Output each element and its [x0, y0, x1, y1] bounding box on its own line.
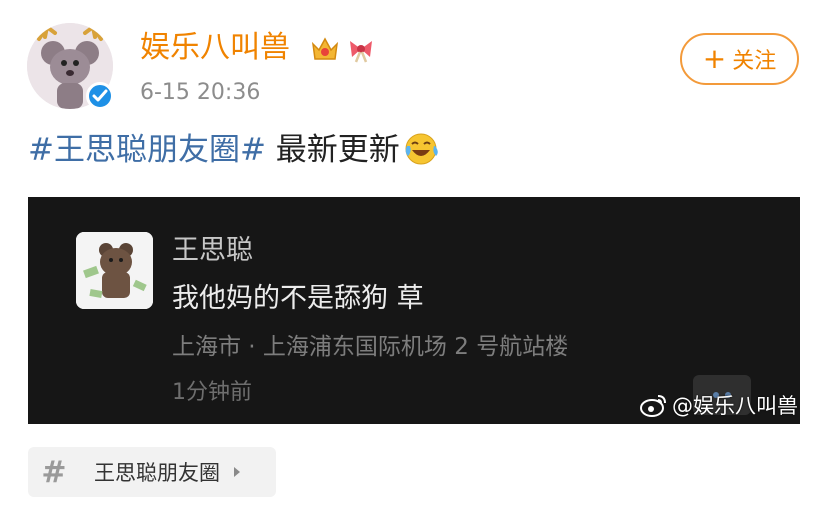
crown-badge-icon — [311, 37, 339, 60]
follow-label: 关注 — [732, 49, 777, 74]
moment-message: 我他妈的不是舔狗 草 — [172, 283, 424, 314]
weibo-logo-icon — [640, 395, 666, 417]
verified-badge-icon — [86, 82, 114, 110]
hashtag-icon: # — [41, 454, 67, 490]
checkmark-icon — [92, 89, 108, 102]
moment-author-name: 王思聪 — [172, 235, 253, 266]
post-text: #王思聪朋友圈# 最新更新 — [28, 128, 440, 178]
moment-author-avatar — [76, 232, 153, 309]
follow-button[interactable]: + 关注 — [680, 33, 799, 85]
weibo-watermark: @娱乐八叫兽 — [640, 388, 798, 422]
hashtag-link[interactable]: #王思聪朋友圈# — [28, 132, 266, 168]
topic-chip[interactable]: # 王思聪朋友圈 — [28, 447, 276, 497]
topic-label: 王思聪朋友圈 — [94, 461, 220, 485]
chevron-right-icon — [234, 467, 240, 477]
bear-avatar-image — [76, 232, 153, 309]
user-badges[interactable] — [310, 34, 376, 64]
moment-time: 1分钟前 — [172, 380, 252, 405]
laughing-crying-emoji-icon — [404, 132, 440, 178]
post-timestamp: 6-15 20:36 — [140, 80, 261, 105]
watermark-text: @娱乐八叫兽 — [672, 394, 798, 418]
plus-icon: + — [702, 42, 727, 75]
moment-location: 上海市 · 上海浦东国际机场 2 号航站楼 — [172, 334, 569, 360]
bow-badge-icon — [350, 41, 372, 63]
post-body: 最新更新 — [265, 132, 400, 168]
author-name[interactable]: 娱乐八叫兽 — [140, 28, 290, 68]
